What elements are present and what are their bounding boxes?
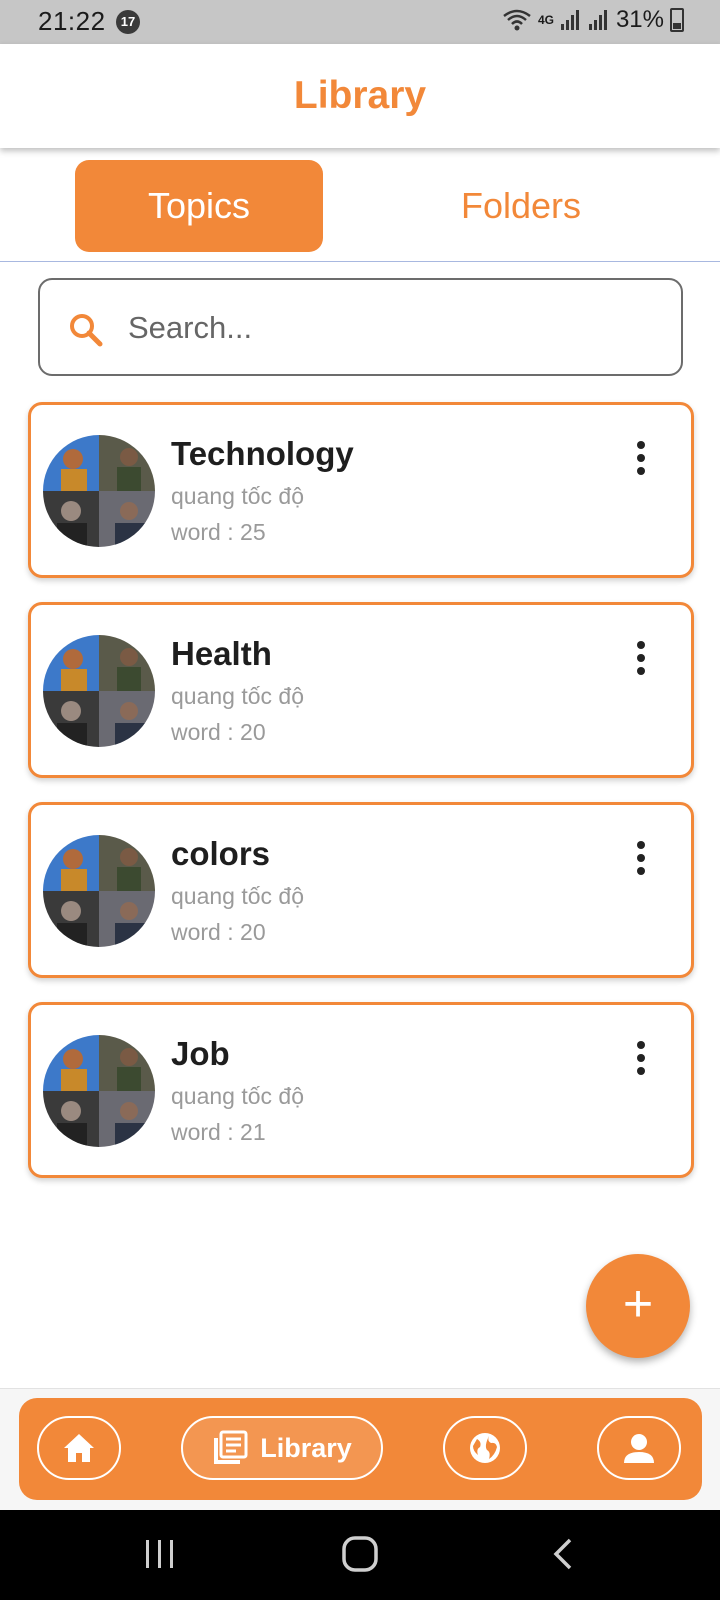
topic-author: quang tốc độ xyxy=(171,883,305,909)
battery-percent: 31% xyxy=(615,6,664,33)
topic-word-count: word : 25 xyxy=(171,519,266,545)
add-topic-button[interactable]: + xyxy=(586,1254,690,1358)
topic-author: quang tốc độ xyxy=(171,1083,305,1109)
topic-word-count: word : 20 xyxy=(171,919,266,945)
battery-icon xyxy=(670,8,684,32)
tab-folders[interactable]: Folders xyxy=(400,160,642,252)
back-icon[interactable] xyxy=(548,1532,578,1576)
more-vert-icon[interactable] xyxy=(631,1041,651,1081)
notification-count-badge: 17 xyxy=(116,10,140,34)
signal-icon-2 xyxy=(588,10,607,30)
topic-title: Job xyxy=(171,1035,230,1072)
topic-title: colors xyxy=(171,835,271,872)
library-icon xyxy=(214,1430,248,1464)
home-icon xyxy=(64,1434,94,1462)
topic-word-count: word : 20 xyxy=(171,719,266,745)
network-type-label: 4G xyxy=(537,13,554,27)
bottom-nav: Library xyxy=(19,1398,702,1500)
topic-card-job[interactable]: Job quang tốc độ word : 21 xyxy=(28,1002,694,1178)
status-icons: 4G 31% xyxy=(502,6,684,34)
page-title: Library xyxy=(293,74,427,117)
topic-title: Technology xyxy=(171,435,354,472)
tab-topics[interactable]: Topics xyxy=(75,160,323,252)
globe-icon xyxy=(470,1433,500,1463)
more-vert-icon[interactable] xyxy=(631,841,651,881)
recent-apps-icon[interactable] xyxy=(143,1532,177,1576)
search-icon xyxy=(70,314,103,347)
status-bar: 21:22 17 4G 31% xyxy=(0,0,720,44)
topic-avatar xyxy=(43,435,155,547)
nav-profile-button[interactable] xyxy=(597,1416,681,1480)
more-vert-icon[interactable] xyxy=(631,441,651,481)
app-bar: Library xyxy=(0,44,720,148)
tab-bar: Topics Folders xyxy=(0,148,720,262)
nav-library-button[interactable]: Library xyxy=(181,1416,383,1480)
search-input[interactable] xyxy=(128,300,648,356)
topic-word-count: word : 21 xyxy=(171,1119,266,1145)
topic-author: quang tốc độ xyxy=(171,683,305,709)
topic-card-technology[interactable]: Technology quang tốc độ word : 25 xyxy=(28,402,694,578)
signal-icon xyxy=(560,10,579,30)
nav-home-button[interactable] xyxy=(37,1416,121,1480)
topic-avatar xyxy=(43,835,155,947)
topic-card-health[interactable]: Health quang tốc độ word : 20 xyxy=(28,602,694,778)
profile-icon xyxy=(624,1434,654,1463)
topic-author: quang tốc độ xyxy=(171,483,305,509)
wifi-icon xyxy=(503,9,531,31)
topic-avatar xyxy=(43,635,155,747)
more-vert-icon[interactable] xyxy=(631,641,651,681)
topic-title: Health xyxy=(171,635,272,672)
topic-card-colors[interactable]: colors quang tốc độ word : 20 xyxy=(28,802,694,978)
nav-explore-button[interactable] xyxy=(443,1416,527,1480)
status-time: 21:22 xyxy=(38,6,106,36)
topic-avatar xyxy=(43,1035,155,1147)
nav-library-label: Library xyxy=(260,1432,352,1463)
home-system-icon[interactable] xyxy=(338,1532,382,1576)
system-nav-bar xyxy=(0,1510,720,1600)
plus-icon: + xyxy=(622,1275,654,1333)
search-box[interactable] xyxy=(38,278,683,376)
